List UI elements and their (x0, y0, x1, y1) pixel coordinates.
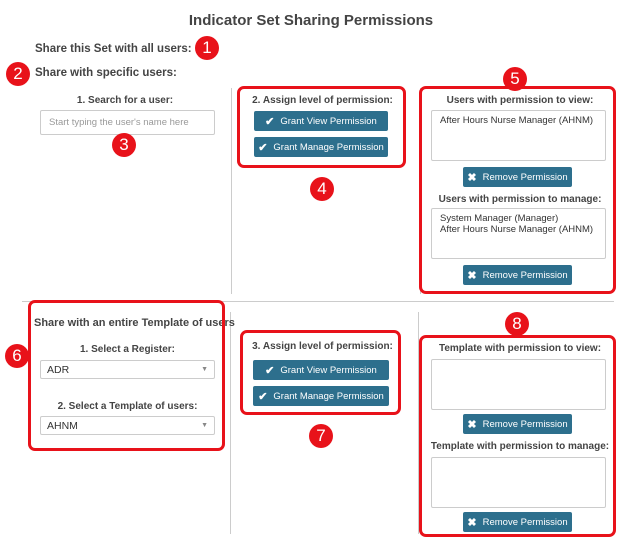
annotation-box-6 (28, 300, 225, 451)
annotation-badge-8: 8 (505, 312, 529, 336)
annotation-box-4 (237, 86, 406, 168)
annotation-box-7 (240, 330, 401, 415)
annotation-box-5 (419, 86, 616, 294)
share-all-label: Share this Set with all users: (35, 43, 192, 55)
column-divider (231, 88, 232, 294)
user-search-input[interactable]: Start typing the user's name here (40, 110, 215, 135)
annotation-badge-6: 6 (5, 344, 29, 368)
annotation-badge-1: 1 (195, 36, 219, 60)
page-title: Indicator Set Sharing Permissions (188, 12, 434, 29)
annotation-badge-3: 3 (112, 133, 136, 157)
share-specific-label: Share with specific users: (35, 67, 177, 79)
annotation-box-8 (419, 335, 616, 537)
share-all-row: Share this Set with all users: (35, 42, 210, 55)
annotation-badge-7: 7 (309, 424, 333, 448)
annotation-badge-2: 2 (6, 62, 30, 86)
annotation-badge-4: 4 (310, 177, 334, 201)
search-user-heading: 1. Search for a user: (76, 95, 174, 106)
column-divider (230, 312, 231, 534)
annotation-badge-5: 5 (503, 67, 527, 91)
